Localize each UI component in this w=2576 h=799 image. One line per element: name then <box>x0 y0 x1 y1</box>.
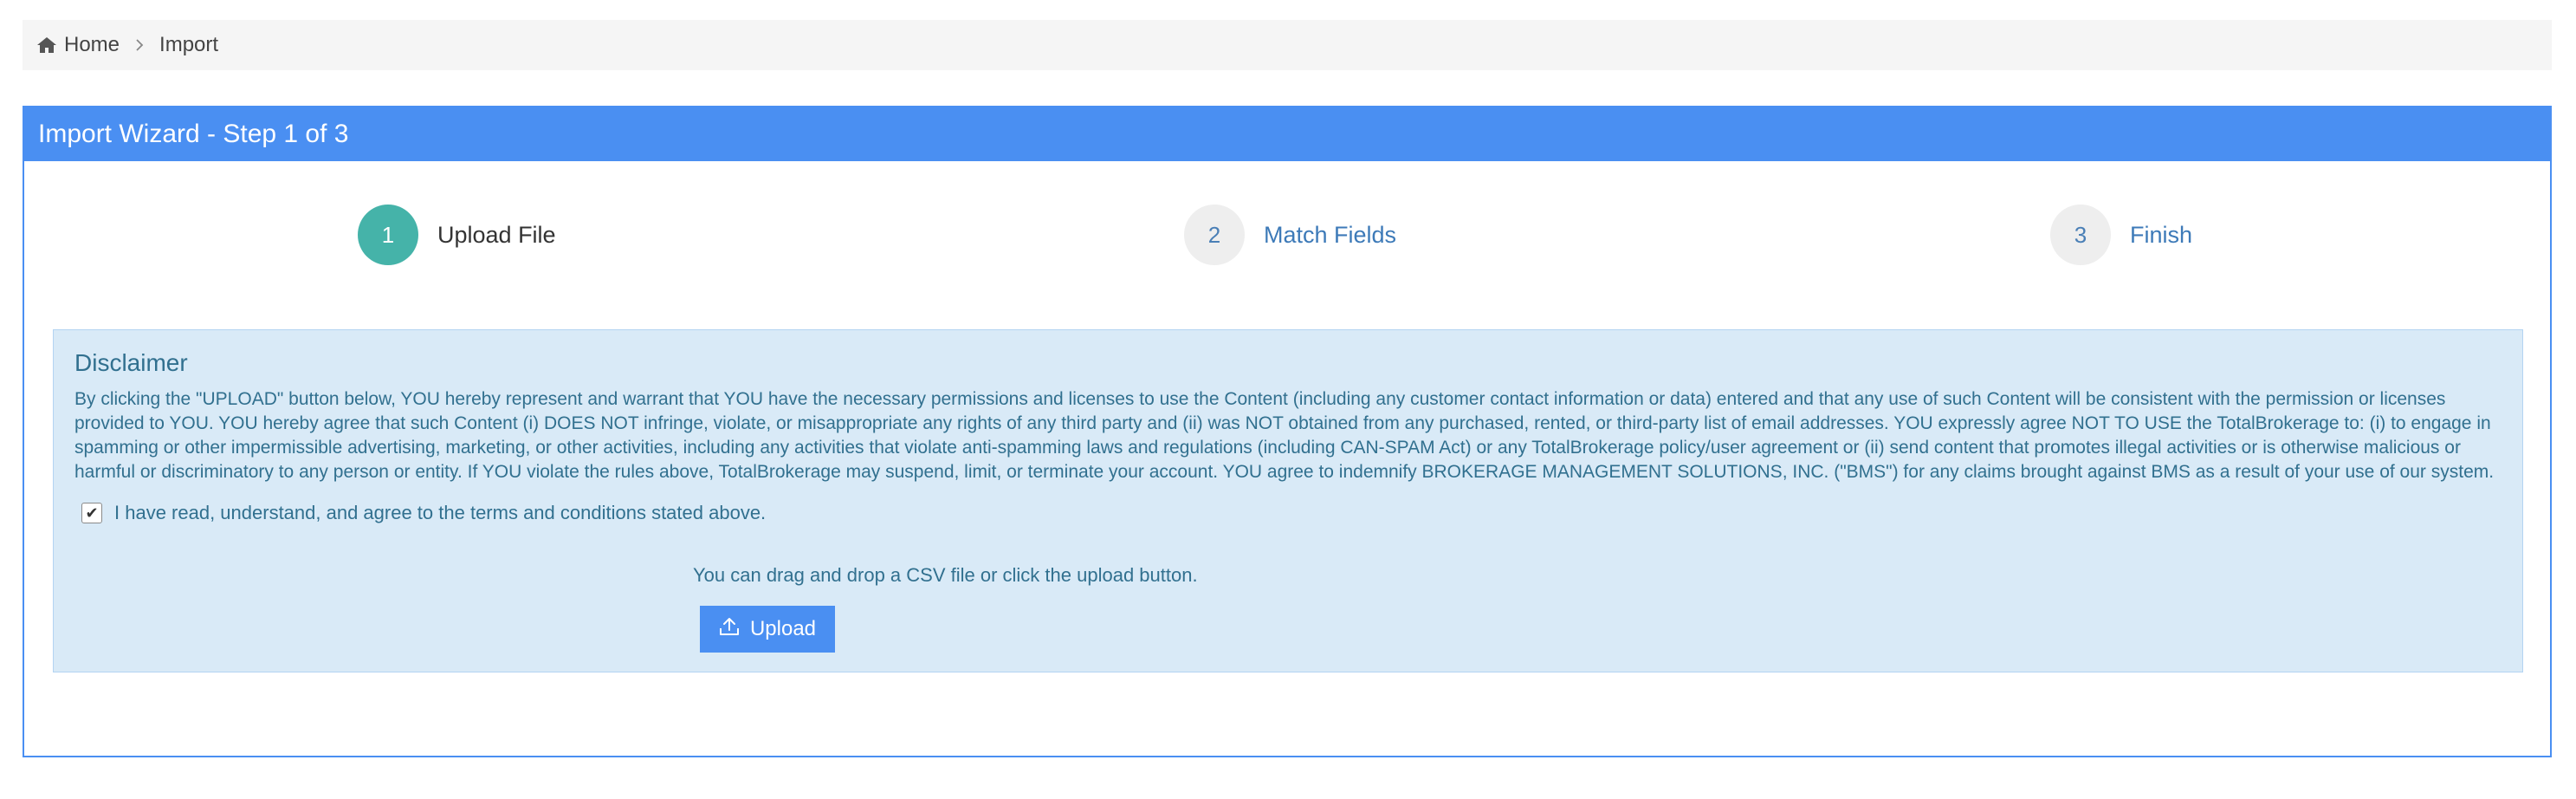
disclaimer-box: Disclaimer By clicking the "UPLOAD" butt… <box>53 329 2523 672</box>
chevron-right-icon <box>135 39 144 51</box>
breadcrumb-home-label: Home <box>64 33 120 56</box>
agree-row: ✔ I have read, understand, and agree to … <box>74 502 2502 524</box>
breadcrumb: Home Import <box>23 20 2552 70</box>
step-number: 3 <box>2050 205 2111 265</box>
agree-checkbox[interactable]: ✔ <box>81 503 102 523</box>
drag-drop-hint: You can drag and drop a CSV file or clic… <box>693 564 1198 586</box>
step-label: Match Fields <box>1264 221 1397 248</box>
disclaimer-text: By clicking the "UPLOAD" button below, Y… <box>74 389 2495 482</box>
upload-icon <box>719 617 740 642</box>
disclaimer-title: Disclaimer <box>74 349 188 376</box>
step-label: Upload File <box>437 221 556 248</box>
step-number: 1 <box>358 205 418 265</box>
step-label: Finish <box>2130 221 2193 248</box>
agree-label: I have read, understand, and agree to th… <box>114 502 767 523</box>
breadcrumb-home-link[interactable]: Home <box>36 33 120 57</box>
panel-title: Import Wizard - Step 1 of 3 <box>24 107 2550 161</box>
upload-button[interactable]: Upload <box>700 606 835 653</box>
checkmark-icon: ✔ <box>85 503 99 522</box>
import-wizard-panel: Import Wizard - Step 1 of 3 1 Upload Fil… <box>23 106 2552 757</box>
step-finish[interactable]: 3 Finish <box>2050 205 2192 265</box>
step-match-fields[interactable]: 2 Match Fields <box>1184 205 1396 265</box>
step-number: 2 <box>1184 205 1245 265</box>
breadcrumb-current: Import <box>159 33 219 56</box>
home-icon <box>36 36 57 55</box>
step-upload-file[interactable]: 1 Upload File <box>358 205 556 265</box>
wizard-steps: 1 Upload File 2 Match Fields 3 Finish <box>24 205 2550 265</box>
upload-label: Upload <box>749 617 817 640</box>
